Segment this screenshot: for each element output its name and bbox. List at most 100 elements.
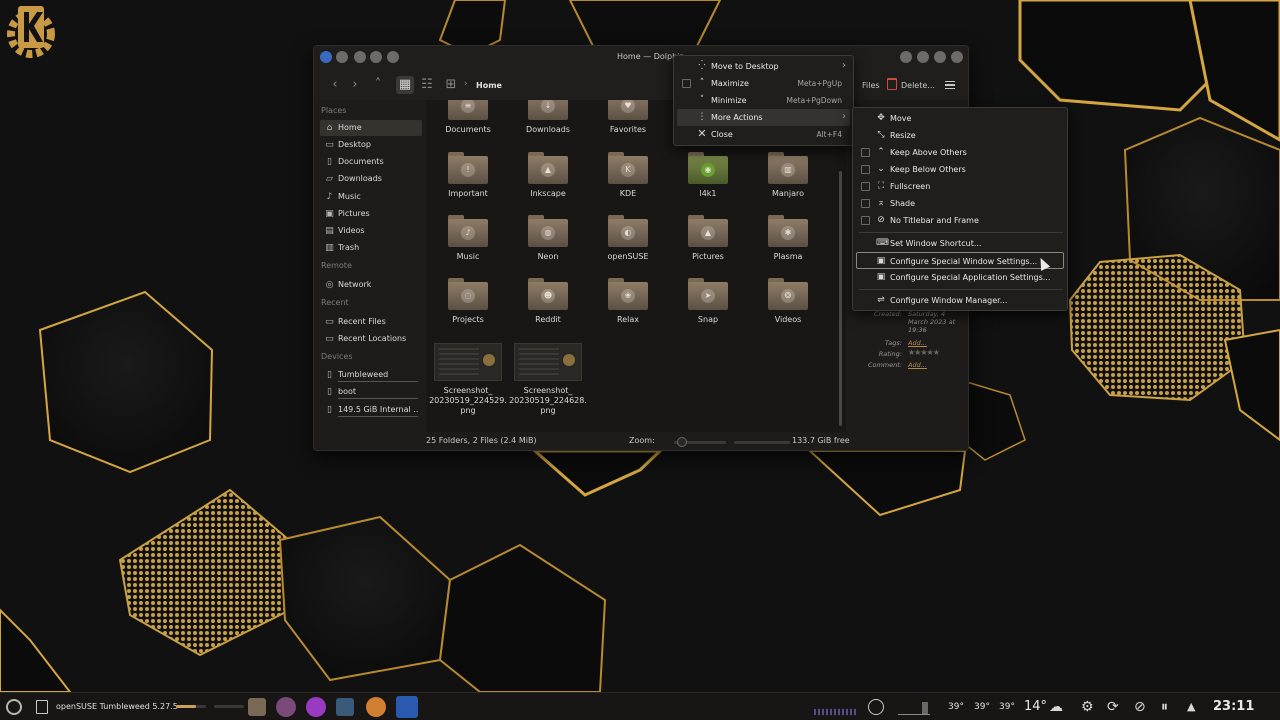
breadcrumb[interactable]: Home <box>476 81 502 90</box>
help-button[interactable] <box>900 51 912 63</box>
keep-above-icon[interactable] <box>354 51 366 63</box>
menu-item-resize[interactable]: ⤡ Resize <box>856 127 1064 144</box>
application-launcher-icon[interactable] <box>6 699 22 715</box>
menu-item-fullscreen[interactable]: ⛶ Fullscreen <box>856 178 1064 195</box>
back-icon[interactable]: ‹ <box>326 76 344 94</box>
sidebar-item-internal-drive[interactable]: ▯ 149.5 GiB Internal ... <box>320 402 422 418</box>
task-label[interactable]: openSUSE Tumbleweed 5.27.5 <box>56 702 178 711</box>
folder-item[interactable]: ◌ Projects <box>428 278 508 338</box>
clipboard-icon[interactable]: ⊘ <box>1134 698 1146 716</box>
settings-gear-icon[interactable]: ⚙ <box>1081 698 1094 716</box>
sidebar-item-trash[interactable]: ▥ Trash <box>320 240 422 256</box>
menu-item-more-actions[interactable]: ⋮ More Actions › <box>677 109 850 126</box>
menu-item-keep-below[interactable]: ⌄ Keep Below Others <box>856 161 1064 178</box>
folder-item[interactable]: ▲ Inkscape <box>508 152 588 212</box>
sidebar-item-videos[interactable]: ▤ Videos <box>320 223 422 239</box>
folder-item[interactable]: ◉ l4k1 <box>668 152 748 212</box>
weather-cloud-icon[interactable]: ☁ <box>1049 698 1063 716</box>
checkbox[interactable] <box>861 199 870 208</box>
app-launcher-purple-icon[interactable] <box>276 697 296 717</box>
checkbox[interactable] <box>682 79 691 88</box>
maximize-button[interactable] <box>934 51 946 63</box>
menu-item-set-window-shortcut[interactable]: ⌨ Set Window Shortcut... <box>856 235 1064 252</box>
checkbox[interactable] <box>861 148 870 157</box>
scrollbar[interactable] <box>839 171 842 426</box>
folder-item[interactable]: ↓ Downloads <box>508 100 588 148</box>
minimize-button[interactable] <box>917 51 929 63</box>
details-view-icon[interactable]: ⊞ <box>442 76 460 94</box>
forward-icon[interactable]: › <box>346 76 364 94</box>
pin-icon[interactable] <box>336 51 348 63</box>
folder-item[interactable]: ▲ Pictures <box>668 215 748 275</box>
show-hidden-icons-icon[interactable]: ▲ <box>1187 698 1195 716</box>
folder-item[interactable]: ♪ Music <box>428 215 508 275</box>
folder-item[interactable]: ❀ Relax <box>588 278 668 338</box>
folder-item[interactable]: ≡ Documents <box>428 100 508 148</box>
folder-item[interactable]: ◐ openSUSE <box>588 215 668 275</box>
tags-add-link[interactable]: Add... <box>908 339 927 347</box>
checkbox[interactable] <box>861 165 870 174</box>
sidebar-item-recent-files[interactable]: ▭ Recent Files <box>320 314 422 330</box>
folder-item[interactable]: ◍ Neon <box>508 215 588 275</box>
dolphin-task-icon[interactable] <box>396 696 418 718</box>
folder-item[interactable]: ▥ Manjaro <box>748 152 828 212</box>
sidebar-item-boot[interactable]: ▯ boot <box>320 384 422 400</box>
compact-view-icon[interactable]: ☷ <box>418 76 436 94</box>
app-launcher-violet-icon[interactable] <box>306 697 326 717</box>
menu-item-move-to-desktop[interactable]: ⁛ Move to Desktop › <box>677 58 850 75</box>
task-window-icon[interactable] <box>36 700 48 714</box>
files-button[interactable]: Files <box>862 81 880 90</box>
updates-icon[interactable]: ⟳ <box>1107 698 1119 716</box>
rating-stars[interactable]: ★★★★★ <box>908 348 940 357</box>
menu-item-move[interactable]: ✥ Move <box>856 110 1064 127</box>
sidebar-item-downloads[interactable]: ▱ Downloads <box>320 171 422 187</box>
keep-below-icon[interactable] <box>370 51 382 63</box>
disk-monitor-icon[interactable] <box>868 699 884 715</box>
folder-item[interactable]: ☻ Reddit <box>508 278 588 338</box>
volume-slider[interactable] <box>176 705 206 708</box>
folder-item[interactable]: ✱ Plasma <box>748 215 828 275</box>
shade-icon[interactable] <box>387 51 399 63</box>
checkbox[interactable] <box>861 182 870 191</box>
menu-item-maximize[interactable]: ˄ Maximize Meta+PgUp <box>677 75 850 92</box>
firefox-icon[interactable] <box>366 697 386 717</box>
delete-button[interactable]: Delete... <box>901 81 935 90</box>
zoom-slider-handle[interactable] <box>677 437 688 447</box>
sidebar-item-music[interactable]: ♪ Music <box>320 189 422 205</box>
sidebar-item-home[interactable]: ⌂ Home <box>320 120 422 136</box>
file-manager-icon[interactable] <box>248 698 266 716</box>
menu-item-keep-above[interactable]: ⌃ Keep Above Others <box>856 144 1064 161</box>
folder-item[interactable]: ❂ Videos <box>748 278 828 338</box>
media-pause-icon[interactable]: ⏸ <box>1161 698 1168 716</box>
menu-item-shade[interactable]: ⌅ Shade <box>856 195 1064 212</box>
titlebar[interactable]: Home — Dolphin <box>314 46 968 70</box>
menu-item-close[interactable]: ✕ Close Alt+F4 <box>677 126 850 143</box>
folder-item[interactable]: K KDE <box>588 152 668 212</box>
image-file-item[interactable]: Screenshot_ 20230519_224529. png <box>428 343 508 419</box>
sidebar-item-pictures[interactable]: ▣ Pictures <box>320 206 422 222</box>
sidebar-item-network[interactable]: ◎ Network <box>320 277 422 293</box>
clock[interactable]: 23:11 <box>1213 699 1254 714</box>
sidebar-item-tumbleweed[interactable]: ▯ Tumbleweed <box>320 367 422 383</box>
sidebar-item-documents[interactable]: ▯ Documents <box>320 154 422 170</box>
icons-view-icon[interactable]: ▦ <box>396 76 414 94</box>
menu-item-minimize[interactable]: ˅ Minimize Meta+PgDown <box>677 92 850 109</box>
trash-icon[interactable] <box>887 78 897 90</box>
image-file-item[interactable]: Screenshot_ 20230519_224628. png <box>508 343 588 419</box>
system-settings-icon[interactable] <box>336 698 354 716</box>
menu-item-configure-special-window[interactable]: ▣ Configure Special Window Settings... <box>856 252 1064 269</box>
close-button[interactable] <box>951 51 963 63</box>
menu-item-configure-window-manager[interactable]: ⇌ Configure Window Manager... <box>856 292 1064 309</box>
hamburger-menu-icon[interactable] <box>945 81 955 89</box>
up-icon[interactable]: ˄ <box>369 76 387 94</box>
app-icon[interactable] <box>320 51 332 63</box>
menu-item-configure-special-application[interactable]: ▣ Configure Special Application Settings.… <box>856 269 1064 286</box>
comment-add-link[interactable]: Add... <box>908 361 927 369</box>
sidebar-item-desktop[interactable]: ▭ Desktop <box>320 137 422 153</box>
brightness-slider[interactable] <box>214 705 244 708</box>
file-view[interactable]: ≡ Documents ↓ Downloads ♥ Favorites ! Import… <box>426 100 846 432</box>
weather-temperature[interactable]: 14° <box>1024 699 1047 714</box>
checkbox[interactable] <box>861 216 870 225</box>
folder-item[interactable]: ➤ Snap <box>668 278 748 338</box>
menu-item-no-titlebar[interactable]: ⊘ No Titlebar and Frame <box>856 212 1064 229</box>
